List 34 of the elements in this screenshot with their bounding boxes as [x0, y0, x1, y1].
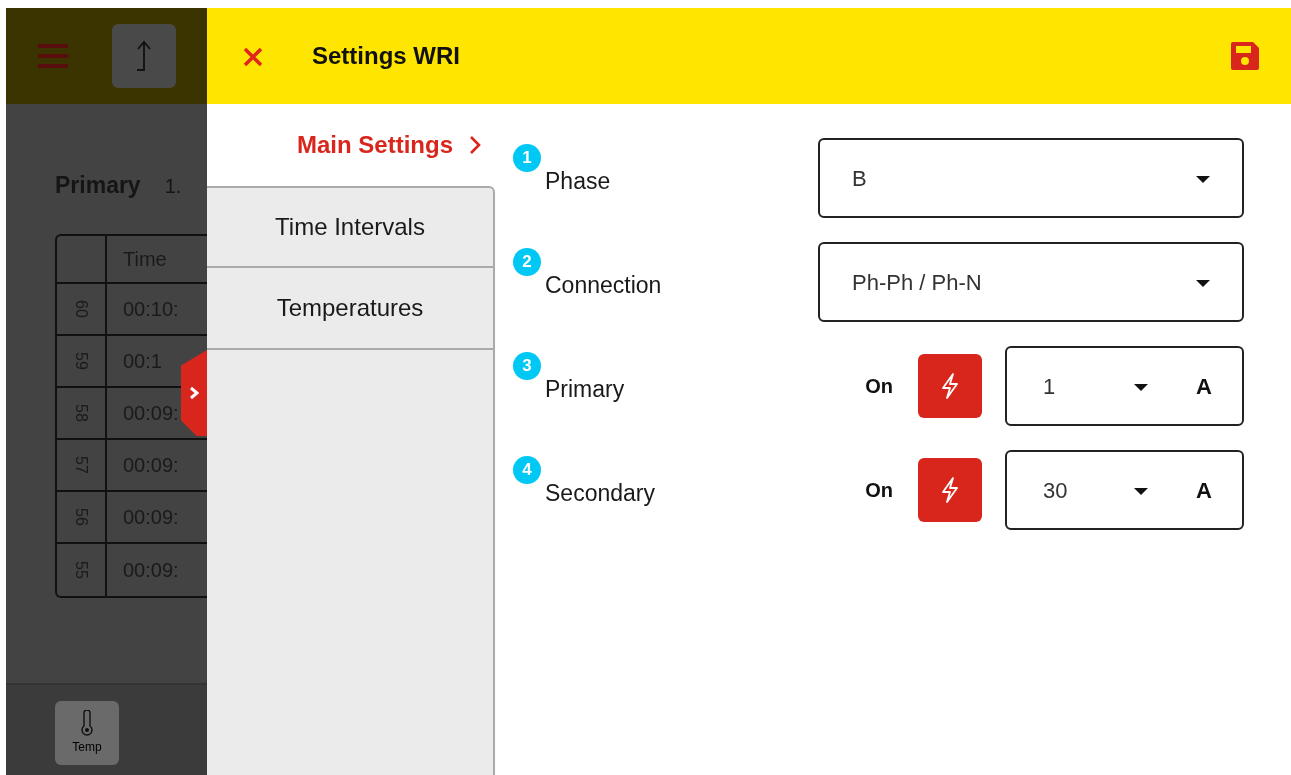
save-button[interactable] — [1229, 40, 1261, 72]
step-number-badge: 3 — [513, 352, 541, 380]
dropdown-field[interactable]: 1 A — [1005, 346, 1244, 426]
status-text: On — [865, 374, 893, 399]
thermometer-icon — [81, 710, 93, 736]
step-number-badge: 2 — [513, 248, 541, 276]
dialog-title: Settings WRI — [312, 41, 460, 71]
close-icon — [242, 45, 264, 68]
caret-down-icon — [1196, 175, 1210, 184]
caret-down-icon — [1134, 383, 1149, 392]
settings-tab[interactable]: Temperatures — [207, 268, 495, 350]
field-label: Primary — [545, 375, 625, 404]
arrow-up-icon — [134, 40, 154, 72]
caret-down-icon — [1196, 279, 1210, 288]
field-label: Secondary — [545, 479, 655, 508]
lightning-button[interactable] — [918, 354, 982, 418]
lightning-icon — [939, 372, 961, 400]
field-label: Connection — [545, 271, 662, 300]
upload-button[interactable] — [112, 24, 176, 88]
caret-down-icon — [1134, 487, 1149, 496]
field-label: Phase — [545, 167, 611, 196]
step-number-badge: 1 — [513, 144, 541, 172]
settings-tab[interactable]: Time Intervals — [207, 186, 495, 268]
dropdown-field[interactable]: 30 A — [1005, 450, 1244, 530]
chevron-right-icon — [469, 135, 481, 155]
dropdown-field[interactable]: Ph-Ph / Ph-N — [818, 242, 1244, 322]
lightning-icon — [939, 476, 961, 504]
temp-button[interactable]: Temp — [55, 701, 119, 765]
dropdown-field[interactable]: B — [818, 138, 1244, 218]
lightning-button[interactable] — [918, 458, 982, 522]
status-text: On — [865, 478, 893, 503]
chevron-right-icon — [189, 386, 199, 400]
save-icon — [1229, 40, 1261, 72]
step-number-badge: 4 — [513, 456, 541, 484]
